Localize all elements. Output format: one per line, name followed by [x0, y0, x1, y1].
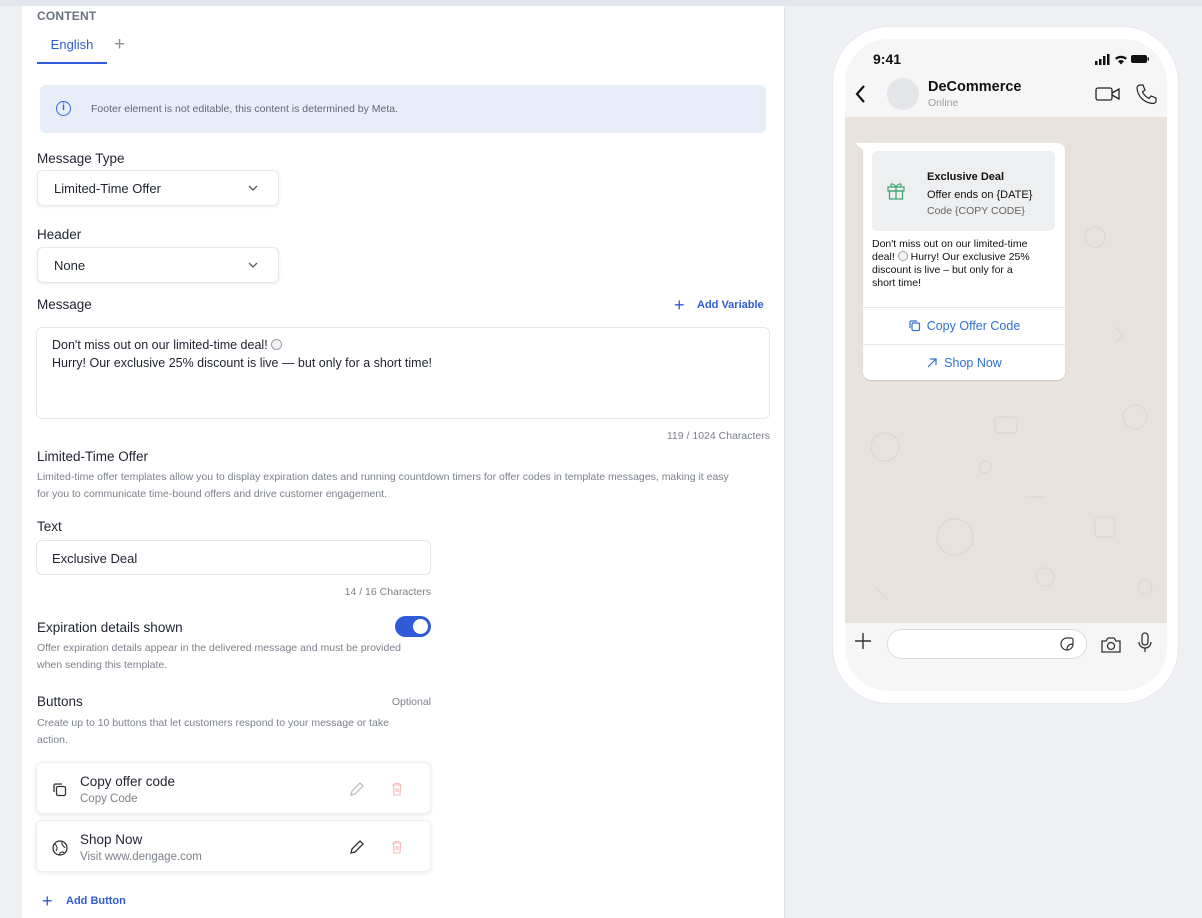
message-char-counter: 119 / 1024 Characters — [666, 430, 770, 442]
preview-shop-now-button[interactable]: Shop Now — [863, 345, 1065, 381]
copy-icon — [53, 783, 67, 797]
header-value: None — [54, 258, 86, 273]
toggle-knob — [413, 619, 428, 634]
plus-icon[interactable] — [853, 631, 873, 651]
message-label: Message — [37, 297, 92, 312]
globe-icon — [52, 840, 68, 856]
message-type-label: Message Type — [37, 151, 125, 166]
lto-description-line-1: Limited-time offer templates allow you t… — [37, 471, 729, 483]
offer-expiry: Offer ends on {DATE} — [927, 189, 1033, 201]
expiration-desc-line-2: when sending this template. — [37, 659, 168, 671]
chat-message-input[interactable] — [887, 629, 1087, 659]
bubble-message: Don't miss out on our limited-time deal!… — [872, 238, 1058, 290]
bubble-line-1: Don't miss out on our limited-time — [872, 238, 1028, 250]
message-line-1: Don't miss out on our limited-time deal! — [52, 338, 268, 352]
message-type-select[interactable]: Limited-Time Offer — [37, 170, 279, 206]
plus-icon: + — [674, 295, 685, 315]
content-section-caption: CONTENT — [37, 9, 97, 23]
info-banner-text: Footer element is not editable, this con… — [91, 103, 398, 115]
tab-english-label: English — [50, 37, 94, 52]
preview-copy-offer-label: Copy Offer Code — [926, 319, 1021, 333]
chevron-down-icon — [248, 262, 258, 268]
bubble-line-3: discount is live – but only for a — [872, 264, 1013, 276]
preview-copy-offer-button[interactable]: Copy Offer Code — [863, 308, 1065, 344]
add-variable-label: Add Variable — [697, 299, 764, 311]
plus-icon: + — [42, 891, 53, 911]
text-field-label: Text — [37, 519, 62, 534]
external-link-arrow-icon — [927, 358, 937, 368]
bubble-line-4: short time! — [872, 277, 922, 289]
text-char-counter: 14 / 16 Characters — [344, 586, 431, 598]
chat-input-bar — [845, 623, 1167, 691]
message-textarea[interactable]: Don't miss out on our limited-time deal!… — [36, 327, 770, 419]
clock-emoji-icon — [270, 339, 282, 350]
message-line-2: Hurry! Our exclusive 25% discount is liv… — [52, 356, 433, 370]
chat-background: Exclusive Deal Offer ends on {DATE} Code… — [845, 117, 1167, 623]
button-title: Copy offer code — [80, 774, 176, 789]
contact-name: DeCommerce — [928, 79, 1022, 95]
button-subtitle: Visit www.dengage.com — [80, 851, 202, 863]
sticker-icon[interactable] — [1058, 635, 1076, 653]
trash-icon[interactable] — [389, 839, 405, 855]
buttons-optional-tag: Optional — [391, 696, 431, 708]
status-time: 9:41 — [873, 51, 902, 67]
buttons-description: Create up to 10 buttons that let custome… — [37, 715, 437, 749]
offer-card: Exclusive Deal Offer ends on {DATE} Code… — [872, 151, 1055, 231]
lto-description-line-2: for you to communicate time-bound offers… — [37, 488, 387, 500]
left-gutter — [0, 6, 22, 918]
info-banner: i Footer element is not editable, this c… — [40, 85, 766, 133]
button-title: Shop Now — [80, 832, 143, 847]
button-card-copy-code[interactable]: Copy offer code Copy Code — [36, 762, 431, 814]
chevron-down-icon — [248, 185, 258, 191]
chat-header: DeCommerce Online — [845, 75, 1167, 117]
add-language-icon[interactable]: + — [114, 34, 125, 56]
button-card-shop-now[interactable]: Shop Now Visit www.dengage.com — [36, 820, 431, 872]
add-button-label: Add Button — [66, 895, 126, 907]
phone-call-icon[interactable] — [1135, 83, 1157, 105]
bubble-line-2: deal! — [872, 251, 895, 263]
header-select[interactable]: None — [37, 247, 279, 283]
contact-status: Online — [928, 97, 959, 109]
bubble-line-2b: Hurry! Our exclusive 25% — [910, 251, 1030, 263]
header-label: Header — [37, 227, 82, 242]
lto-description: Limited-time offer templates allow you t… — [37, 469, 777, 503]
back-arrow-icon[interactable] — [853, 83, 867, 105]
offer-text-value: Exclusive Deal — [52, 551, 138, 566]
microphone-icon[interactable] — [1137, 631, 1153, 655]
expiration-desc-line-1: Offer expiration details appear in the d… — [37, 642, 402, 654]
message-bubble: Exclusive Deal Offer ends on {DATE} Code… — [863, 143, 1065, 380]
clock-emoji-icon — [897, 251, 908, 261]
gift-icon — [887, 183, 905, 200]
camera-icon[interactable] — [1100, 635, 1122, 655]
expiration-description: Offer expiration details appear in the d… — [37, 640, 437, 674]
tab-english[interactable]: English — [37, 37, 107, 64]
lto-label: Limited-Time Offer — [37, 449, 149, 464]
button-subtitle: Copy Code — [80, 793, 138, 805]
phone-screen: 9:41 DeCommerce Online Exclusive Deal Of… — [845, 39, 1167, 691]
offer-code: Code {COPY CODE} — [927, 205, 1025, 217]
copy-icon — [909, 320, 920, 332]
info-icon: i — [56, 101, 71, 116]
buttons-label: Buttons — [37, 694, 83, 709]
trash-icon[interactable] — [389, 781, 405, 797]
buttons-desc-line-1: Create up to 10 buttons that let custome… — [37, 717, 389, 729]
avatar[interactable] — [887, 78, 919, 110]
buttons-desc-line-2: action. — [37, 734, 68, 746]
pencil-icon[interactable] — [348, 780, 366, 798]
preview-shop-now-label: Shop Now — [944, 356, 1002, 370]
expiration-toggle[interactable] — [395, 616, 431, 637]
expiration-label: Expiration details shown — [37, 620, 183, 635]
offer-text-input[interactable]: Exclusive Deal — [36, 540, 431, 575]
offer-title: Exclusive Deal — [927, 171, 1005, 183]
status-signal-wifi-battery-icon — [1095, 54, 1149, 65]
message-type-value: Limited-Time Offer — [54, 181, 161, 196]
pencil-icon[interactable] — [348, 838, 366, 856]
video-call-icon[interactable] — [1095, 85, 1121, 103]
